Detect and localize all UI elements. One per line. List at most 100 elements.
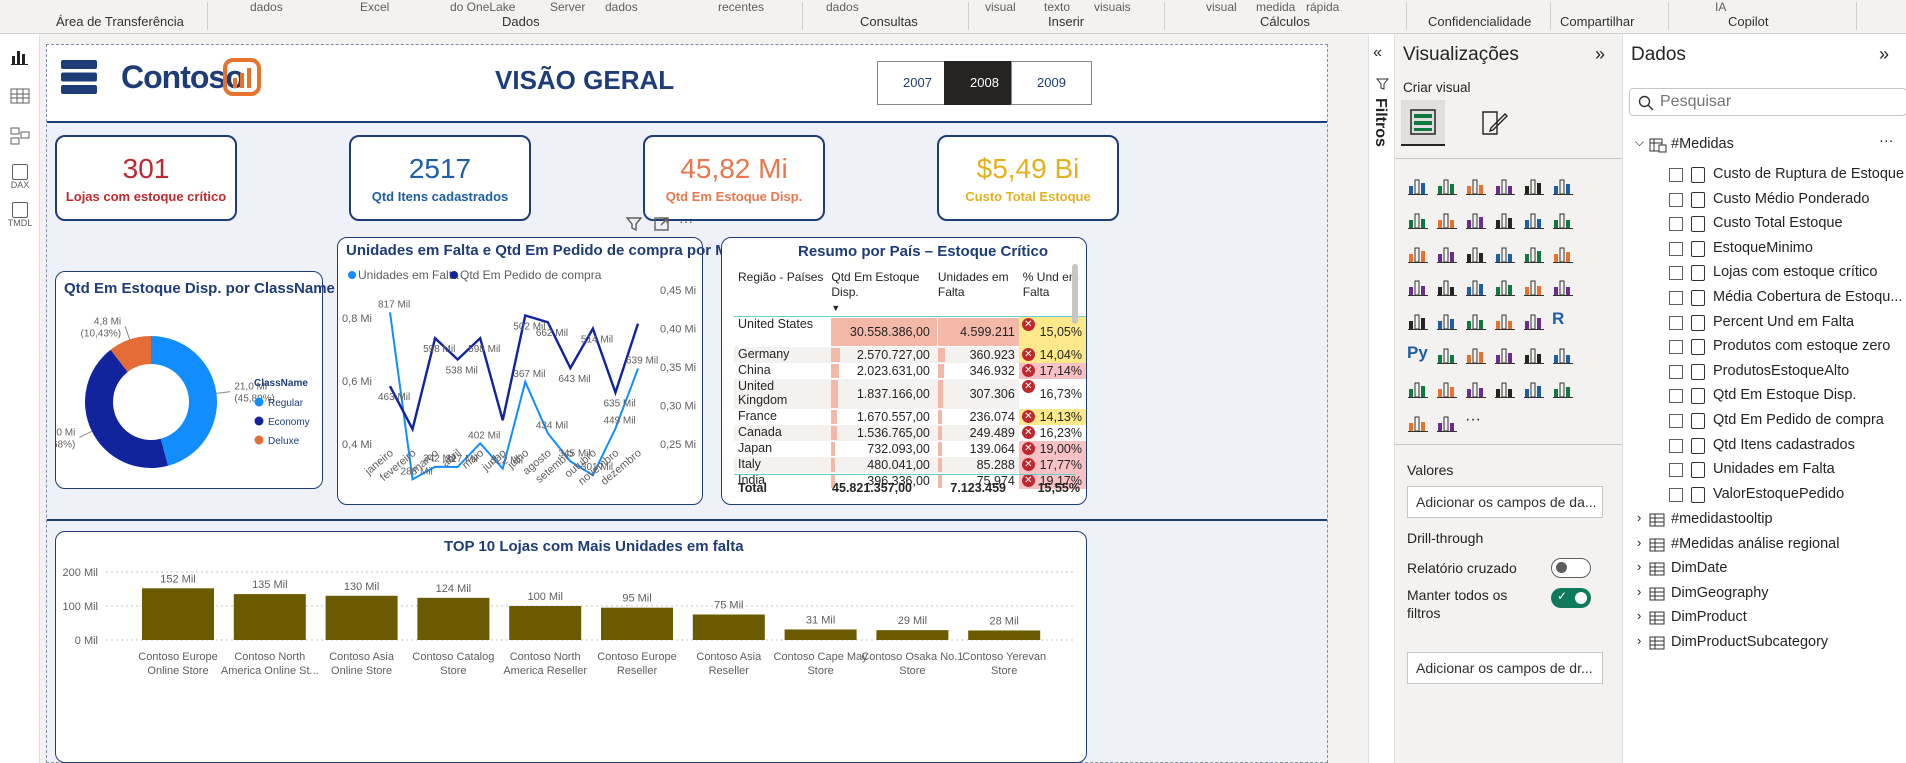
- bar-chart-card[interactable]: TOP 10 Lojas com Mais Unidades em falta …: [55, 531, 1087, 763]
- more-visuals-icon[interactable]: ···: [1465, 411, 1489, 435]
- visual-type-icon[interactable]: [1436, 275, 1460, 299]
- table-row[interactable]: Canada 1.536.765,00 249.489 ✕ 16,23%: [734, 424, 1086, 441]
- visual-type-icon[interactable]: [1494, 174, 1518, 198]
- cross-report-toggle[interactable]: [1551, 558, 1591, 578]
- search-input[interactable]: [1660, 91, 1900, 113]
- more-options-icon[interactable]: ···: [1879, 133, 1894, 149]
- table-row[interactable]: Italy 480.041,00 85.288 ✕ 17,77%: [734, 456, 1086, 473]
- keep-filters-toggle[interactable]: ✓: [1551, 588, 1591, 608]
- visual-type-icon[interactable]: [1407, 309, 1431, 333]
- checkbox[interactable]: [1669, 463, 1683, 478]
- checkbox[interactable]: [1669, 389, 1683, 404]
- visual-type-icon[interactable]: [1436, 343, 1460, 367]
- ribbon-item[interactable]: recentes: [718, 0, 764, 14]
- kpi-card[interactable]: 2517 Qtd Itens cadastrados: [349, 135, 531, 221]
- visual-type-icon[interactable]: [1552, 242, 1576, 266]
- ribbon-item[interactable]: dados: [826, 0, 859, 14]
- visual-type-icon[interactable]: [1523, 377, 1547, 401]
- checkbox[interactable]: [1669, 291, 1683, 305]
- visual-type-icon[interactable]: [1523, 208, 1547, 232]
- ribbon-item[interactable]: rápida: [1306, 0, 1339, 14]
- filters-pane-collapsed[interactable]: « Filtros: [1368, 34, 1394, 763]
- ribbon-item[interactable]: do OneLake: [450, 0, 515, 14]
- model-view-icon[interactable]: [10, 126, 30, 146]
- visual-type-icon[interactable]: [1552, 174, 1576, 198]
- focus-mode-icon[interactable]: [653, 215, 671, 233]
- visual-type-icon[interactable]: [1494, 309, 1518, 333]
- format-visual-icon[interactable]: [1479, 108, 1509, 138]
- table-view-icon[interactable]: [10, 86, 30, 106]
- add-drill-field[interactable]: Adicionar os campos de dr...: [1407, 652, 1603, 684]
- checkbox[interactable]: [1669, 192, 1683, 207]
- checkbox[interactable]: [1669, 168, 1683, 182]
- table-row[interactable]: China 2.023.631,00 346.932 ✕ 17,14%: [734, 362, 1086, 379]
- ribbon-item[interactable]: Server: [550, 0, 585, 14]
- table-row[interactable]: United States 30.558.386,00 4.599.211 ✕ 15,0…: [734, 316, 1086, 347]
- visual-type-icon[interactable]: [1552, 275, 1576, 299]
- measures-group[interactable]: ⌵ #Medidas ···: [1623, 130, 1906, 160]
- visual-type-icon[interactable]: [1465, 208, 1489, 232]
- checkbox[interactable]: [1669, 487, 1683, 502]
- kpi-card[interactable]: 45,82 Mi Qtd Em Estoque Disp.: [643, 135, 825, 221]
- year-button-2009[interactable]: 2009: [1011, 61, 1092, 105]
- r-visual-icon[interactable]: R: [1552, 309, 1576, 333]
- visual-type-icon[interactable]: [1436, 208, 1460, 232]
- visual-type-icon[interactable]: [1465, 174, 1489, 198]
- ribbon-item[interactable]: IA: [1715, 0, 1726, 14]
- python-visual-icon[interactable]: Py: [1407, 343, 1431, 367]
- tmdl-view-icon[interactable]: TMDL: [4, 202, 36, 228]
- checkbox[interactable]: [1669, 438, 1683, 453]
- checkbox[interactable]: [1669, 315, 1683, 330]
- table-row[interactable]: United Kingdom 1.837.166,00 307.306 ✕ 16,73%: [734, 378, 1086, 409]
- visual-type-icon[interactable]: [1523, 309, 1547, 333]
- visual-type-icon[interactable]: [1407, 377, 1431, 401]
- visual-type-icon[interactable]: [1465, 275, 1489, 299]
- visual-type-icon[interactable]: [1494, 242, 1518, 266]
- column-header[interactable]: Unidades em Falta: [933, 270, 1019, 317]
- ribbon-item[interactable]: dados: [605, 0, 638, 14]
- ribbon-item[interactable]: Excel: [360, 0, 389, 14]
- checkbox[interactable]: [1669, 241, 1683, 256]
- add-values-field[interactable]: Adicionar os campos de da...: [1407, 486, 1603, 518]
- column-header[interactable]: Região - Países: [734, 270, 828, 317]
- dax-query-icon[interactable]: DAX: [4, 164, 36, 190]
- visual-type-icon[interactable]: [1523, 343, 1547, 367]
- visual-type-icon[interactable]: [1494, 377, 1518, 401]
- filter-icon[interactable]: [625, 215, 643, 233]
- visual-type-icon[interactable]: [1465, 309, 1489, 333]
- table-row[interactable]: Germany 2.570.727,00 360.923 ✕ 14,04%: [734, 346, 1086, 363]
- menu-icon[interactable]: [61, 59, 97, 95]
- visual-type-icon[interactable]: [1523, 174, 1547, 198]
- checkbox[interactable]: [1669, 340, 1683, 355]
- visual-type-icon[interactable]: [1407, 174, 1431, 198]
- table-scrollbar[interactable]: [1072, 264, 1078, 324]
- column-header[interactable]: Qtd Em Estoque Disp. ▼: [827, 270, 934, 317]
- visual-type-icon[interactable]: [1494, 343, 1518, 367]
- ribbon-item[interactable]: texto: [1044, 0, 1070, 14]
- ribbon-item[interactable]: medida: [1256, 0, 1295, 14]
- visual-type-icon[interactable]: [1494, 275, 1518, 299]
- donut-chart-card[interactable]: Qtd Em Estoque Disp. por ClassName 21,0 …: [55, 271, 335, 489]
- table-row[interactable]: Japan 732.093,00 139.064 ✕ 19,00%: [734, 440, 1086, 457]
- visual-type-icon[interactable]: [1552, 343, 1576, 367]
- visual-type-icon[interactable]: [1552, 208, 1576, 232]
- expand-icon[interactable]: »: [1879, 44, 1889, 65]
- visual-type-icon[interactable]: [1436, 174, 1460, 198]
- ribbon-item[interactable]: visual: [985, 0, 1016, 14]
- visual-type-icon[interactable]: [1465, 377, 1489, 401]
- visual-type-icon[interactable]: [1465, 242, 1489, 266]
- ribbon-item[interactable]: visuais: [1094, 0, 1131, 14]
- line-chart-card[interactable]: Unidades em Falta e Qtd Em Pedido de com…: [337, 237, 744, 505]
- ribbon-item[interactable]: dados: [250, 0, 283, 14]
- visual-type-icon[interactable]: [1552, 377, 1576, 401]
- visual-type-icon[interactable]: [1523, 242, 1547, 266]
- visual-type-icon[interactable]: [1523, 275, 1547, 299]
- kpi-card[interactable]: 301 Lojas com estoque crítico: [55, 135, 237, 221]
- ribbon-item[interactable]: visual: [1206, 0, 1237, 14]
- country-table-card[interactable]: Resumo por País – Estoque Crítico Região…: [721, 237, 1087, 505]
- report-view-icon[interactable]: [10, 46, 30, 66]
- visual-type-icon[interactable]: [1407, 411, 1431, 435]
- visual-type-icon[interactable]: [1436, 309, 1460, 333]
- visual-type-icon[interactable]: [1407, 208, 1431, 232]
- collapse-icon[interactable]: «: [1373, 44, 1382, 62]
